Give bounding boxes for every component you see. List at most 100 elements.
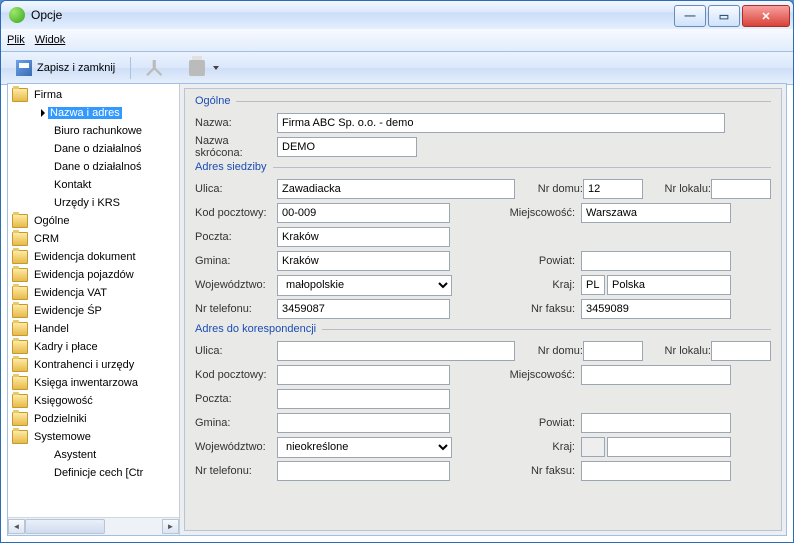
tree-node[interactable]: Kadry i płace — [8, 338, 179, 356]
label-nazwa: Nazwa: — [195, 117, 277, 129]
tree-node[interactable]: Handel — [8, 320, 179, 338]
tree-node[interactable]: Urzędy i KRS — [8, 194, 179, 212]
print-icon — [189, 60, 205, 76]
group-siedziba: Adres siedziby Ulica: Nr domu: Nr lokalu… — [195, 161, 771, 321]
tree-node[interactable]: Ogólne — [8, 212, 179, 230]
k-woj-select[interactable]: nieokreślone — [277, 437, 452, 458]
s-poczta-input[interactable] — [277, 227, 450, 247]
chevron-down-icon — [213, 66, 219, 70]
k-faks-input[interactable] — [581, 461, 731, 481]
tree-node[interactable]: Kontakt — [8, 176, 179, 194]
tree[interactable]: Firma Nazwa i adres Biuro rachunkowe Dan… — [8, 84, 179, 517]
tree-node-firma[interactable]: Firma — [8, 86, 179, 104]
label-nrlok: Nr lokalu: — [643, 345, 711, 357]
tree-node[interactable]: Ewidencja pojazdów — [8, 266, 179, 284]
menu-bar: Plik Widok — [1, 29, 793, 52]
scroll-left-button[interactable]: ◄ — [8, 519, 25, 534]
k-kraj-code-input[interactable] — [581, 437, 605, 457]
s-kraj-code-input[interactable] — [581, 275, 605, 295]
k-tel-input[interactable] — [277, 461, 450, 481]
k-nrlok-input[interactable] — [711, 341, 771, 361]
s-kraj-input[interactable] — [607, 275, 731, 295]
label-woj: Województwo: — [195, 441, 277, 453]
tree-node[interactable]: CRM — [8, 230, 179, 248]
tools-button[interactable] — [137, 56, 176, 80]
s-faks-input[interactable] — [581, 299, 731, 319]
s-tel-input[interactable] — [277, 299, 450, 319]
label-poczta: Poczta: — [195, 393, 277, 405]
close-button[interactable]: ✕ — [742, 5, 790, 27]
k-nrdomu-input[interactable] — [583, 341, 643, 361]
title-bar: Opcje — ▭ ✕ — [1, 1, 793, 29]
folder-icon — [12, 304, 28, 318]
label-nrlok: Nr lokalu: — [643, 183, 711, 195]
tree-node-nazwa-adres[interactable]: Nazwa i adres — [8, 104, 179, 122]
tree-node[interactable]: Systemowe — [8, 428, 179, 446]
k-gmina-input[interactable] — [277, 413, 450, 433]
label-nrdomu: Nr domu: — [515, 183, 583, 195]
s-powiat-input[interactable] — [581, 251, 731, 271]
label-miejsc: Miejscowość: — [450, 369, 581, 381]
tree-node[interactable]: Księgowość — [8, 392, 179, 410]
folder-icon — [12, 412, 28, 426]
scroll-right-button[interactable]: ► — [162, 519, 179, 534]
s-miejsc-input[interactable] — [581, 203, 731, 223]
nazwa-skr-input[interactable] — [277, 137, 417, 157]
s-nrlok-input[interactable] — [711, 179, 771, 199]
folder-icon — [12, 340, 28, 354]
tree-h-scrollbar[interactable]: ◄ ► — [8, 517, 179, 535]
tree-node[interactable]: Ewidencja dokument — [8, 248, 179, 266]
tree-node[interactable]: Asystent — [8, 446, 179, 464]
body: Firma Nazwa i adres Biuro rachunkowe Dan… — [7, 83, 787, 536]
tree-node[interactable]: Definicje cech [Ctr — [8, 464, 179, 482]
k-poczta-input[interactable] — [277, 389, 450, 409]
tree-node[interactable]: Księga inwentarzowa — [8, 374, 179, 392]
label-nazwa-skr: Nazwa skrócona: — [195, 135, 277, 159]
k-powiat-input[interactable] — [581, 413, 731, 433]
window-title: Opcje — [31, 8, 672, 22]
folder-icon — [12, 88, 28, 102]
s-woj-select[interactable]: małopolskie — [277, 275, 452, 296]
tree-node[interactable]: Dane o działalnoś — [8, 158, 179, 176]
maximize-button[interactable]: ▭ — [708, 5, 740, 27]
tree-node[interactable]: Kontrahenci i urzędy — [8, 356, 179, 374]
label-faks: Nr faksu: — [450, 303, 581, 315]
tree-node[interactable]: Ewidencja VAT — [8, 284, 179, 302]
group-ogolne: Ogólne Nazwa: Nazwa skrócona: — [195, 95, 771, 159]
group-title: Adres do korespondencji — [195, 323, 316, 335]
k-miejsc-input[interactable] — [581, 365, 731, 385]
menu-file[interactable]: Plik — [7, 34, 25, 46]
tree-node[interactable]: Podzielniki — [8, 410, 179, 428]
tree-node[interactable]: Ewidencje ŚP — [8, 302, 179, 320]
s-nrdomu-input[interactable] — [583, 179, 643, 199]
print-button[interactable] — [180, 56, 228, 80]
s-gmina-input[interactable] — [277, 251, 450, 271]
tree-node[interactable]: Biuro rachunkowe — [8, 122, 179, 140]
folder-icon — [12, 430, 28, 444]
scroll-thumb[interactable] — [25, 519, 105, 534]
k-kod-input[interactable] — [277, 365, 450, 385]
toolbar: Zapisz i zamknij — [1, 52, 793, 85]
save-close-button[interactable]: Zapisz i zamknij — [7, 56, 124, 80]
tree-panel: Firma Nazwa i adres Biuro rachunkowe Dan… — [8, 84, 180, 535]
nazwa-input[interactable] — [277, 113, 725, 133]
k-kraj-input[interactable] — [607, 437, 731, 457]
label-woj: Województwo: — [195, 279, 277, 291]
minimize-button[interactable]: — — [674, 5, 706, 27]
s-kod-input[interactable] — [277, 203, 450, 223]
menu-view[interactable]: Widok — [35, 34, 66, 46]
folder-icon — [12, 322, 28, 336]
toolbar-separator — [130, 57, 131, 79]
label-faks: Nr faksu: — [450, 465, 581, 477]
label-powiat: Powiat: — [450, 417, 581, 429]
folder-icon — [12, 376, 28, 390]
tools-icon — [146, 60, 162, 76]
label-gmina: Gmina: — [195, 255, 277, 267]
label-tel: Nr telefonu: — [195, 303, 277, 315]
label-kod: Kod pocztowy: — [195, 207, 277, 219]
s-ulica-input[interactable] — [277, 179, 515, 199]
k-ulica-input[interactable] — [277, 341, 515, 361]
label-nrdomu: Nr domu: — [515, 345, 583, 357]
folder-icon — [12, 358, 28, 372]
tree-node[interactable]: Dane o działalnoś — [8, 140, 179, 158]
